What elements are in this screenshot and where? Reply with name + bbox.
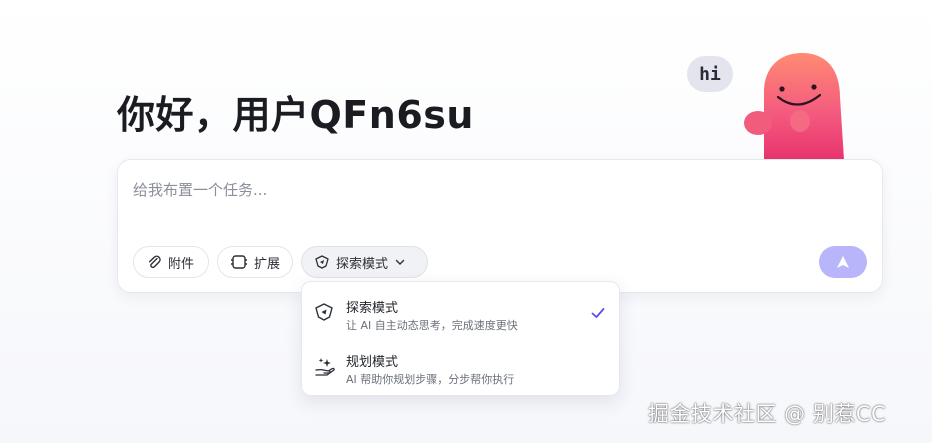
- mode-dropdown-menu: 探索模式 让 AI 自主动态思考，完成速度更快 规划模式 AI 帮助你规划步骤，…: [301, 281, 620, 396]
- mode-option-desc: 让 AI 自主动态思考，完成速度更快: [346, 319, 518, 332]
- checkmark-icon: [591, 308, 605, 318]
- mascot-creature-icon: [744, 53, 844, 160]
- watermark: 掘金技术社区 @ 别惹CC: [648, 402, 887, 426]
- extension-icon: [231, 255, 247, 269]
- mode-option-title: 探索模式: [346, 301, 399, 316]
- expand-label: 扩展: [254, 256, 281, 272]
- mascot: hi: [684, 50, 854, 160]
- mode-option-plan[interactable]: 规划模式 AI 帮助你规划步骤，分步帮你执行: [302, 342, 621, 394]
- attach-button[interactable]: 附件: [133, 246, 209, 278]
- mode-select-button[interactable]: 探索模式: [301, 246, 428, 278]
- task-composer: 附件 扩展 探索模式: [117, 159, 883, 293]
- paperclip-icon: [148, 255, 161, 269]
- chevron-down-icon: [395, 259, 405, 265]
- compass-tag-icon: [315, 255, 329, 269]
- mode-label: 探索模式: [336, 256, 389, 272]
- bubble-text: hi: [699, 63, 721, 85]
- mode-option-desc: AI 帮助你规划步骤，分步帮你执行: [346, 373, 515, 386]
- compass-tag-icon: [315, 303, 333, 321]
- send-arrow-icon: [837, 256, 849, 268]
- sparkle-hand-icon: [315, 358, 335, 376]
- mode-option-explore[interactable]: 探索模式 让 AI 自主动态思考，完成速度更快: [302, 288, 621, 340]
- task-input[interactable]: [133, 178, 833, 202]
- expand-button[interactable]: 扩展: [217, 246, 293, 278]
- greeting-title: 你好，用户QFn6su: [117, 93, 474, 137]
- attach-label: 附件: [168, 256, 195, 272]
- mode-option-title: 规划模式: [346, 355, 399, 370]
- send-button[interactable]: [819, 246, 867, 278]
- hi-speech-bubble: hi: [687, 56, 733, 92]
